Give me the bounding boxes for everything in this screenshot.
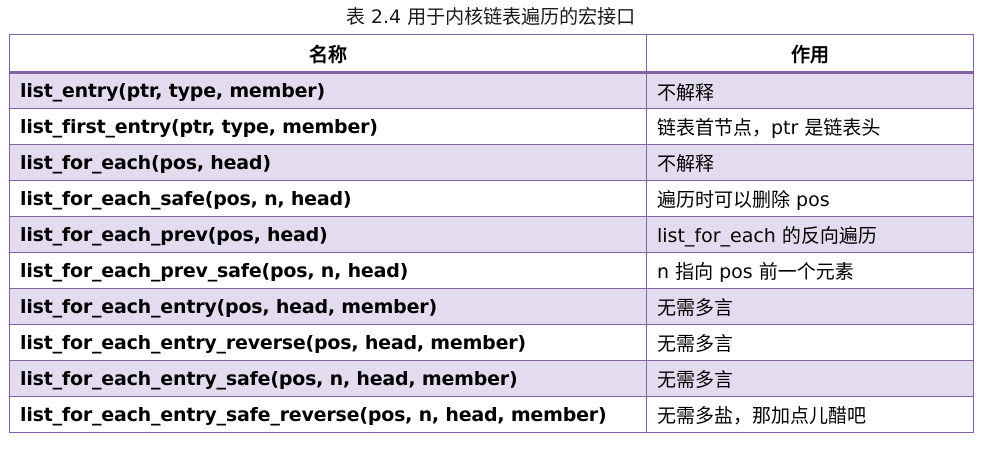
macro-name: list_first_entry(ptr, type, member) [9, 108, 647, 145]
table-row: list_for_each_entry_safe(pos, n, head, m… [9, 360, 974, 397]
macro-description: n 指向 pos 前一个元素 [646, 252, 974, 289]
macro-name: list_for_each(pos, head) [9, 144, 647, 181]
macro-description: 不解释 [646, 72, 974, 109]
macro-description: 无需多言 [646, 324, 974, 361]
macro-name: list_for_each_safe(pos, n, head) [9, 180, 647, 217]
macro-description: 无需多言 [646, 360, 974, 397]
header-purpose: 作用 [646, 34, 974, 74]
table-row: list_for_each_entry(pos, head, member) 无… [9, 288, 974, 325]
macro-description: list_for_each 的反向遍历 [646, 216, 974, 253]
macro-name: list_for_each_entry_reverse(pos, head, m… [9, 324, 647, 361]
table-row: list_for_each_entry_reverse(pos, head, m… [9, 324, 974, 361]
header-row: 名称 作用 [9, 34, 974, 74]
macro-description: 遍历时可以删除 pos [646, 180, 974, 217]
table-row: list_for_each_safe(pos, n, head) 遍历时可以删除… [9, 180, 974, 217]
macro-description: 无需多言 [646, 288, 974, 325]
table-row: list_for_each_prev_safe(pos, n, head) n … [9, 252, 974, 289]
table-row: list_first_entry(ptr, type, member) 链表首节… [9, 108, 974, 145]
table-caption: 表 2.4 用于内核链表遍历的宏接口 [345, 6, 636, 28]
macro-description: 无需多盐，那加点儿醋吧 [646, 396, 974, 433]
macro-description: 链表首节点，ptr 是链表头 [646, 108, 974, 145]
macro-name: list_for_each_prev_safe(pos, n, head) [9, 252, 647, 289]
macro-name: list_for_each_prev(pos, head) [9, 216, 647, 253]
table-row: list_for_each(pos, head) 不解释 [9, 144, 974, 181]
macro-name: list_for_each_entry(pos, head, member) [9, 288, 647, 325]
table-row: list_entry(ptr, type, member) 不解释 [9, 72, 974, 109]
table-row: list_for_each_entry_safe_reverse(pos, n,… [9, 396, 974, 433]
macro-name: list_entry(ptr, type, member) [9, 72, 647, 109]
macro-description: 不解释 [646, 144, 974, 181]
macro-name: list_for_each_entry_safe(pos, n, head, m… [9, 360, 647, 397]
table-row: list_for_each_prev(pos, head) list_for_e… [9, 216, 974, 253]
macro-name: list_for_each_entry_safe_reverse(pos, n,… [9, 396, 647, 433]
macro-table: 名称 作用 list_entry(ptr, type, member) 不解释 … [9, 34, 974, 433]
header-name: 名称 [9, 34, 647, 74]
